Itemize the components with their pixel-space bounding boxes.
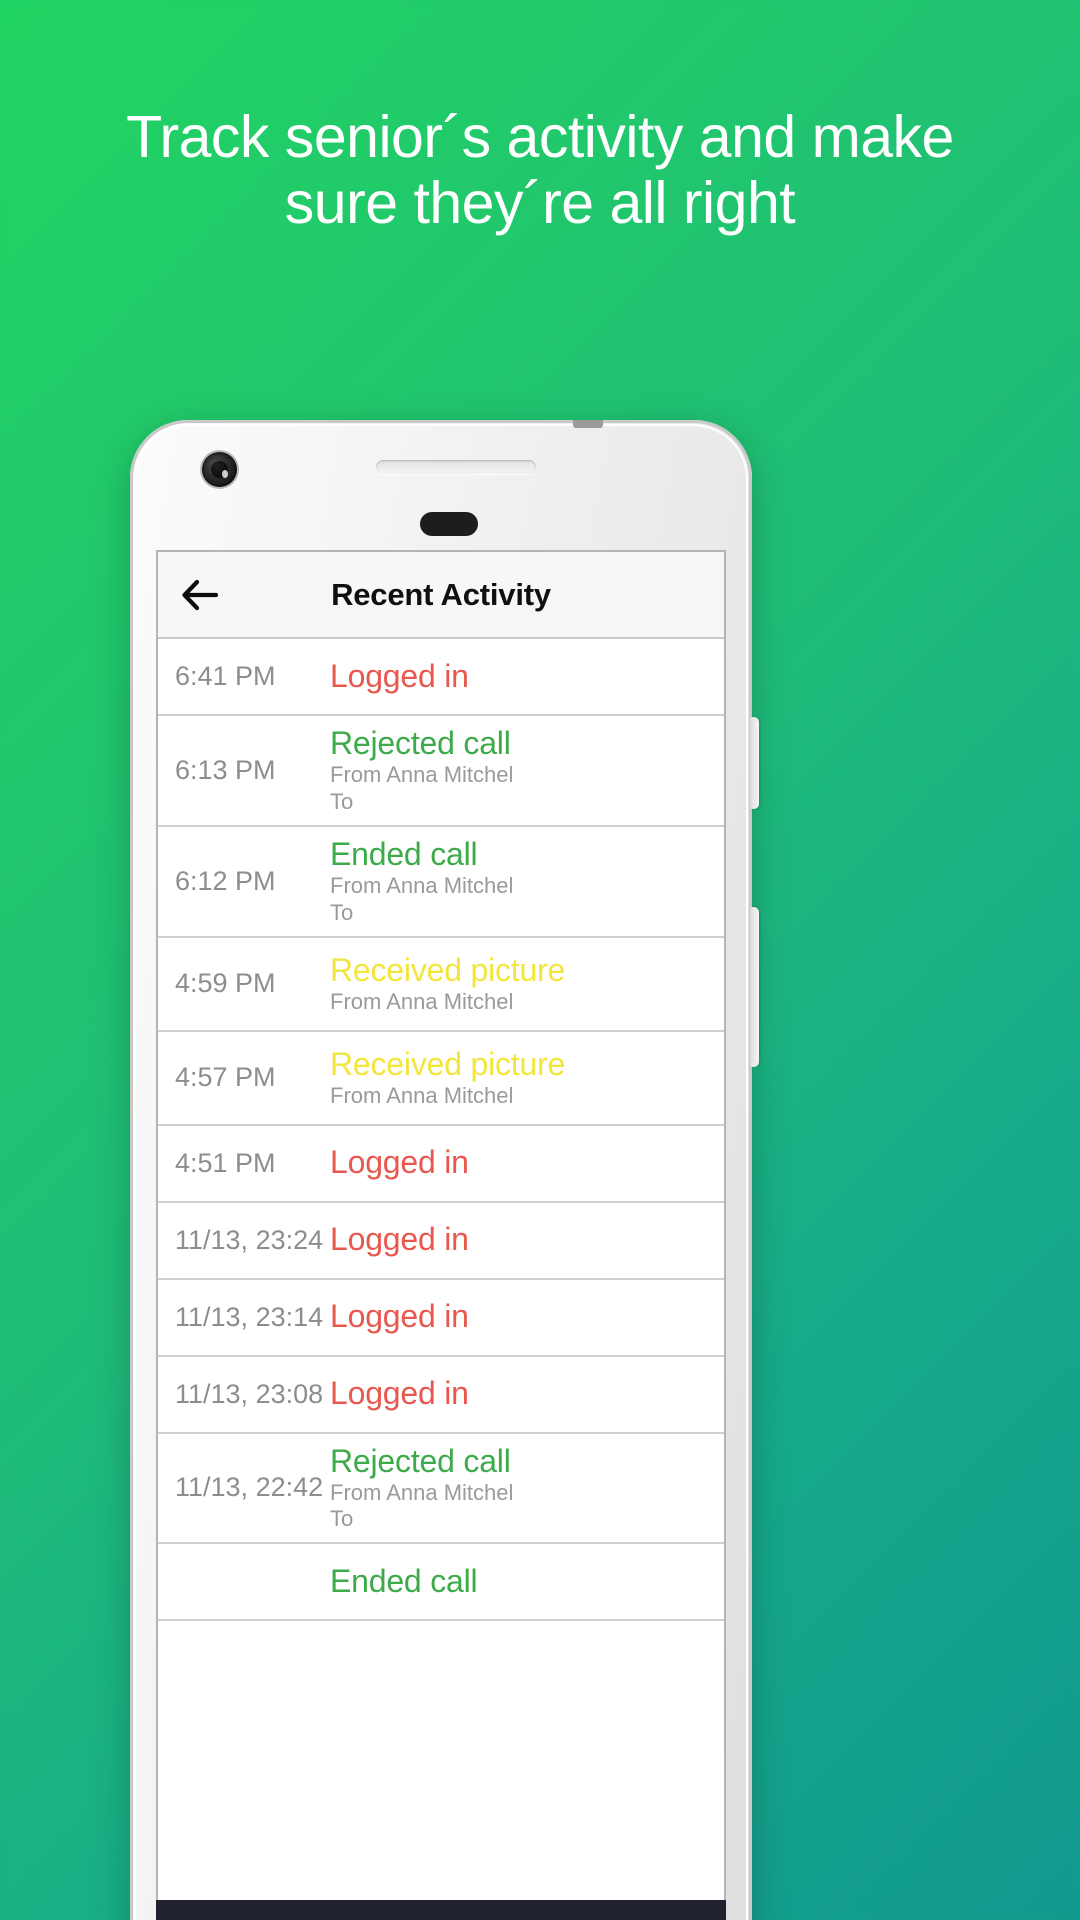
- activity-time: 6:41 PM: [175, 661, 276, 691]
- activity-title: Ended call: [330, 835, 478, 872]
- activity-body: Rejected call From Anna Mitchel To: [330, 716, 724, 825]
- activity-body: Logged in: [330, 1135, 724, 1190]
- power-button[interactable]: [750, 907, 759, 1067]
- activity-row[interactable]: 4:59 PM Received picture From Anna Mitchel: [158, 937, 724, 1032]
- activity-title: Ended call: [330, 1563, 478, 1600]
- activity-title: Logged in: [330, 1221, 469, 1258]
- activity-row[interactable]: 4:57 PM Received picture From Anna Mitchel: [158, 1031, 724, 1126]
- back-button[interactable]: [158, 578, 236, 612]
- bell-icon: [495, 1916, 529, 1920]
- gear-icon: [638, 1916, 672, 1920]
- activity-subtitle: From Anna Mitchel: [330, 1479, 514, 1505]
- activity-body: Logged in: [330, 1366, 724, 1421]
- activity-time: 6:12 PM: [175, 865, 276, 896]
- activity-subtitle: To: [330, 899, 354, 925]
- volume-button[interactable]: [750, 717, 759, 809]
- activity-time: 11/13, 22:42: [175, 1472, 324, 1503]
- page-title: Track senior´s activity and make sure th…: [126, 104, 954, 237]
- nav-item-dashboard[interactable]: Dashboard: [156, 1916, 299, 1920]
- activity-title: Rejected call: [330, 1442, 511, 1479]
- nav-item-settings[interactable]: Settings: [584, 1916, 727, 1920]
- activity-title: Logged in: [330, 1144, 469, 1181]
- activity-time: 11/13, 23:24: [175, 1224, 324, 1255]
- activity-body: Logged in: [330, 1289, 724, 1344]
- app-bar: Recent Activity: [158, 552, 724, 639]
- activity-row[interactable]: 11/13, 23:14 Logged in: [158, 1279, 724, 1357]
- person-icon: [353, 1916, 387, 1920]
- activity-time: 4:59 PM: [175, 968, 276, 999]
- activity-row[interactable]: 6:41 PM Logged in: [158, 639, 724, 716]
- app-bar-title: Recent Activity: [331, 576, 551, 612]
- activity-list[interactable]: 6:41 PM Logged in 6:13 PM Rejected call From…: [158, 639, 724, 1920]
- activity-subtitle: From Anna Mitchel: [330, 988, 514, 1014]
- phone-mockup: Recent Activity 6:41 PM Logged in 6:13 PM R…: [130, 420, 759, 1920]
- activity-subtitle: From Anna Mitchel: [330, 762, 514, 788]
- camera-glint-icon: [222, 470, 228, 478]
- activity-row[interactable]: 11/13, 23:24 Logged in: [158, 1202, 724, 1280]
- activity-row[interactable]: 11/13, 23:08 Logged in: [158, 1356, 724, 1434]
- antenna-notch: [573, 420, 603, 428]
- activity-subtitle: To: [330, 1506, 354, 1532]
- activity-subtitle: To: [330, 788, 354, 814]
- front-camera-icon: [202, 452, 237, 487]
- activity-time: 4:51 PM: [175, 1147, 276, 1178]
- activity-title: Received picture: [330, 951, 566, 988]
- activity-row[interactable]: 4:51 PM Logged in: [158, 1125, 724, 1203]
- activity-time: 11/13, 23:08: [175, 1378, 324, 1409]
- activity-time: 4:57 PM: [175, 1062, 276, 1093]
- activity-subtitle: From Anna Mitchel: [330, 1082, 514, 1108]
- activity-title: Logged in: [330, 1298, 469, 1335]
- activity-body: Ended call: [330, 1554, 724, 1609]
- activity-subtitle: From Anna Mitchel: [330, 872, 514, 898]
- bottom-navigation[interactable]: DashboardContactsNotificationsSettings: [156, 1900, 726, 1920]
- nav-item-notifications[interactable]: Notifications: [441, 1916, 584, 1920]
- activity-row[interactable]: 6:12 PM Ended call From Anna Mitchel To: [158, 826, 724, 938]
- activity-title: Logged in: [330, 657, 469, 694]
- activity-body: Rejected call From Anna Mitchel To: [330, 1434, 724, 1543]
- activity-body: Logged in: [330, 1212, 724, 1267]
- activity-title: Rejected call: [330, 725, 511, 761]
- activity-time: 6:13 PM: [175, 754, 276, 785]
- activity-body: Ended call From Anna Mitchel To: [330, 827, 724, 936]
- activity-body: Received picture From Anna Mitchel: [330, 943, 724, 1025]
- activity-body: Logged in: [330, 649, 724, 704]
- earpiece-speaker-icon: [376, 460, 536, 474]
- activity-row[interactable]: Ended call: [158, 1544, 724, 1622]
- activity-row[interactable]: 11/13, 22:42 Rejected call From Anna Mitch…: [158, 1433, 724, 1545]
- grid-icon: [210, 1916, 244, 1920]
- home-button[interactable]: [420, 512, 478, 536]
- activity-row[interactable]: 6:13 PM Rejected call From Anna Mitchel To: [158, 716, 724, 827]
- activity-time: 11/13, 23:14: [175, 1301, 324, 1332]
- arrow-left-icon: [182, 579, 219, 610]
- nav-item-contacts[interactable]: Contacts: [299, 1916, 442, 1920]
- app-screen: Recent Activity 6:41 PM Logged in 6:13 PM R…: [156, 550, 726, 1920]
- activity-title: Received picture: [330, 1045, 566, 1082]
- activity-title: Logged in: [330, 1375, 469, 1412]
- activity-body: Received picture From Anna Mitchel: [330, 1037, 724, 1119]
